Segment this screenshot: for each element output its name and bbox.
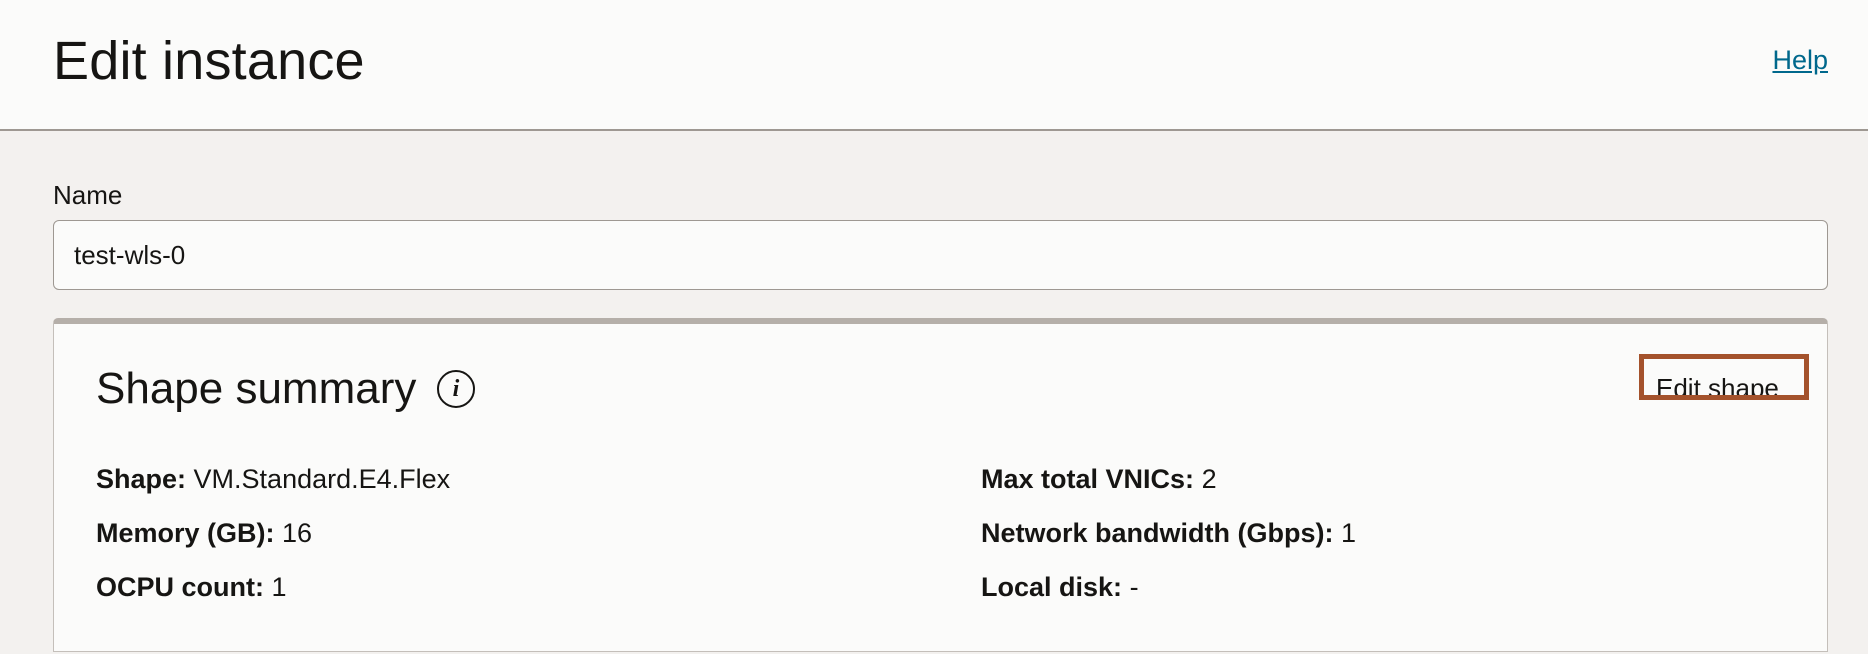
vnics-row: Max total VNICs: 2 [981,464,1217,495]
vnics-key: Max total VNICs: [981,464,1195,494]
help-link[interactable]: Help [1772,45,1828,76]
ocpu-key: OCPU count: [96,572,264,602]
edit-shape-button[interactable]: Edit shape [1639,354,1809,400]
bandwidth-value: 1 [1341,518,1357,548]
ocpu-row: OCPU count: 1 [96,572,287,603]
local-disk-key: Local disk: [981,572,1123,602]
name-input[interactable] [53,220,1828,290]
info-icon[interactable]: i [437,370,475,408]
memory-key: Memory (GB): [96,518,275,548]
local-disk-row: Local disk: - [981,572,1139,603]
shape-value: VM.Standard.E4.Flex [193,464,451,494]
name-label: Name [53,180,123,210]
ocpu-value: 1 [271,572,287,602]
vnics-value: 2 [1201,464,1217,494]
shape-summary-title: Shape summary [96,364,417,413]
shape-summary-panel: Shape summary i Edit shape Shape: VM.Sta… [53,318,1828,652]
local-disk-value: - [1129,572,1139,602]
bandwidth-key: Network bandwidth (Gbps): [981,518,1334,548]
page-header: Edit instance Help [0,0,1868,131]
shape-key: Shape: [96,464,187,494]
shape-row: Shape: VM.Standard.E4.Flex [96,464,450,495]
edit-shape-label: Edit shape [1656,373,1779,400]
memory-row: Memory (GB): 16 [96,518,312,549]
page-title: Edit instance [53,31,365,91]
bandwidth-row: Network bandwidth (Gbps): 1 [981,518,1356,549]
memory-value: 16 [282,518,313,548]
